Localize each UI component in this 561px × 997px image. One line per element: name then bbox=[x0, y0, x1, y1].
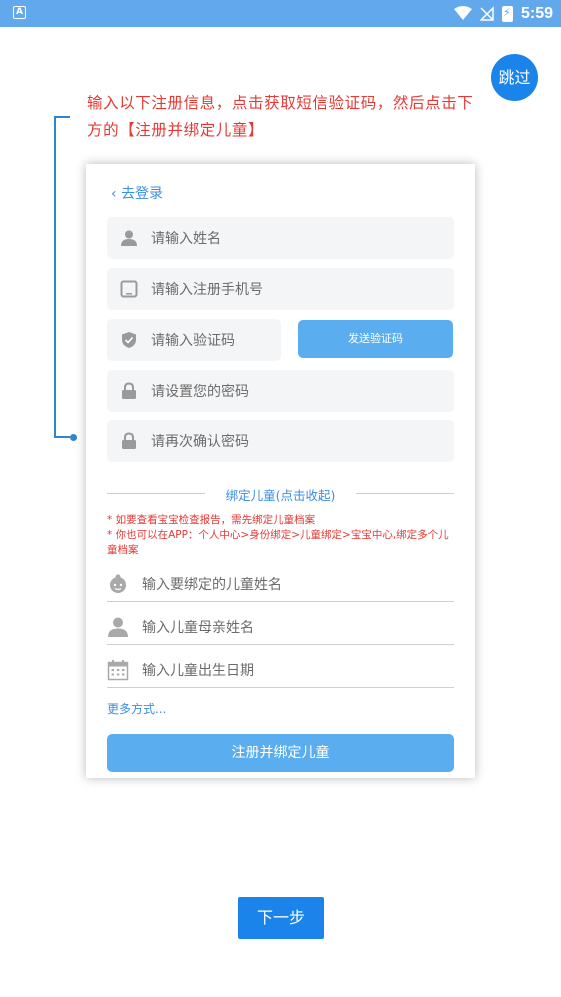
instruction-text: 输入以下注册信息，点击获取短信验证码，然后点击下方的【注册并绑定儿童】 bbox=[87, 94, 474, 139]
bind-notes: * 如要查看宝宝检查报告，需先绑定儿童档案 * 你也可以在APP：个人中心>身份… bbox=[107, 513, 459, 558]
wifi-icon bbox=[453, 6, 472, 20]
no-signal-icon bbox=[479, 6, 494, 21]
phone-field[interactable]: 请输入注册手机号 bbox=[107, 268, 454, 310]
phone-icon bbox=[120, 280, 138, 298]
lock-icon bbox=[120, 382, 138, 400]
password-field[interactable]: 请设置您的密码 bbox=[107, 370, 454, 412]
more-methods-link[interactable]: 更多方式... bbox=[107, 700, 166, 717]
register-bind-child-button[interactable]: 注册并绑定儿童 bbox=[107, 734, 454, 772]
verification-code-placeholder: 请输入验证码 bbox=[151, 333, 235, 349]
confirm-password-placeholder: 请再次确认密码 bbox=[151, 434, 249, 450]
divider-line bbox=[356, 493, 454, 494]
password-placeholder: 请设置您的密码 bbox=[151, 384, 249, 400]
battery-charging-icon bbox=[501, 5, 513, 22]
shield-icon bbox=[120, 331, 138, 349]
birth-date-field[interactable]: 输入儿童出生日期 bbox=[107, 653, 454, 688]
verification-code-field[interactable]: 请输入验证码 bbox=[107, 319, 281, 361]
calendar-icon bbox=[107, 659, 129, 681]
status-bar: A 5:59 bbox=[0, 0, 561, 27]
confirm-password-field[interactable]: 请再次确认密码 bbox=[107, 420, 454, 462]
status-time: 5:59 bbox=[520, 4, 553, 22]
next-step-button[interactable]: 下一步 bbox=[238, 897, 324, 939]
registration-form-card: ‹ 去登录 请输入姓名 请输入注册手机号 请输入验证码 发送验证码 请设置您的密… bbox=[86, 164, 475, 778]
user-icon bbox=[120, 229, 138, 247]
chevron-left-icon: ‹ bbox=[111, 186, 117, 202]
back-to-login-label: 去登录 bbox=[121, 186, 164, 202]
mother-name-field[interactable]: 输入儿童母亲姓名 bbox=[107, 610, 454, 645]
bind-child-section-title: 绑定儿童(点击收起) bbox=[225, 488, 336, 503]
bracket-dot bbox=[70, 434, 77, 441]
lock-icon bbox=[120, 432, 138, 450]
child-name-placeholder: 输入要绑定的儿童姓名 bbox=[142, 577, 282, 593]
user-icon bbox=[107, 616, 129, 638]
name-placeholder: 请输入姓名 bbox=[151, 231, 221, 247]
name-field[interactable]: 请输入姓名 bbox=[107, 217, 454, 259]
skip-button[interactable]: 跳过 bbox=[491, 54, 538, 101]
app-notification-icon: A bbox=[13, 6, 26, 19]
send-code-button[interactable]: 发送验证码 bbox=[298, 320, 453, 358]
note-line: * 如要查看宝宝检查报告，需先绑定儿童档案 bbox=[107, 514, 316, 526]
phone-placeholder: 请输入注册手机号 bbox=[151, 282, 263, 298]
note-line: * 你也可以在APP：个人中心>身份绑定>儿童绑定>宝宝中心,绑定多个儿童档案 bbox=[107, 529, 449, 556]
back-to-login-link[interactable]: ‹ 去登录 bbox=[111, 183, 163, 203]
baby-face-icon bbox=[107, 573, 129, 595]
bind-child-toggle[interactable]: 绑定儿童(点击收起) bbox=[107, 485, 454, 503]
mother-name-placeholder: 输入儿童母亲姓名 bbox=[142, 620, 254, 636]
child-name-field[interactable]: 输入要绑定的儿童姓名 bbox=[107, 567, 454, 602]
birth-date-placeholder: 输入儿童出生日期 bbox=[142, 663, 254, 679]
bracket-indicator bbox=[54, 116, 70, 438]
